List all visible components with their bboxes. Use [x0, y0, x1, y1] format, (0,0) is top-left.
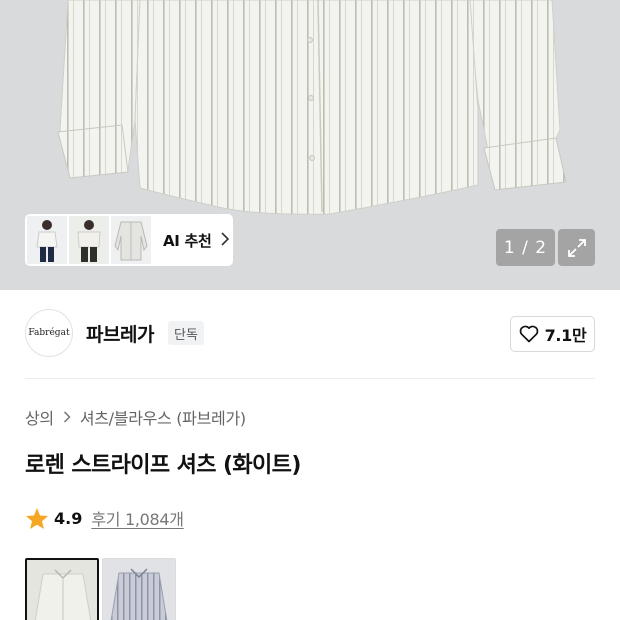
expand-button[interactable]: [558, 229, 595, 266]
breadcrumb: 상의 셔츠/블라우스 (파브레가): [25, 405, 246, 429]
divider: [25, 378, 595, 379]
expand-icon: [567, 238, 586, 257]
heart-icon: [519, 325, 538, 343]
image-pager: 1 / 2: [496, 229, 555, 266]
recommend-thumbnail: [69, 216, 109, 264]
rating-row: 4.9 후기 1,084개: [25, 506, 184, 530]
ai-recommend-button[interactable]: AI 추천: [25, 214, 233, 266]
product-title: 로렌 스트라이프 셔츠 (화이트): [25, 453, 301, 478]
brand-row: Fabrégat 파브레가 단독 7.1만: [25, 307, 595, 361]
recommend-thumbnail: [111, 216, 151, 264]
like-button[interactable]: 7.1만: [510, 316, 595, 352]
review-link[interactable]: 후기 1,084개: [91, 506, 184, 530]
rating-value: 4.9: [54, 508, 83, 528]
chevron-right-icon: [63, 408, 71, 427]
exclusive-badge: 단독: [168, 321, 204, 345]
chevron-right-icon: [220, 231, 230, 250]
breadcrumb-item-category[interactable]: 상의: [25, 405, 54, 429]
color-option-white[interactable]: [25, 558, 99, 620]
like-count: 7.1만: [544, 326, 587, 345]
product-image-gallery[interactable]: AI 추천 1 / 2: [0, 0, 620, 290]
brand-logo[interactable]: Fabrégat: [25, 309, 73, 357]
ai-recommend-label: AI 추천: [163, 231, 212, 250]
star-icon: [26, 507, 48, 529]
brand-name[interactable]: 파브레가: [86, 320, 154, 347]
color-option-blue[interactable]: [102, 558, 176, 620]
recommend-thumbnail: [27, 216, 67, 264]
breadcrumb-item-subcategory[interactable]: 셔츠/블라우스 (파브레가): [80, 405, 246, 429]
